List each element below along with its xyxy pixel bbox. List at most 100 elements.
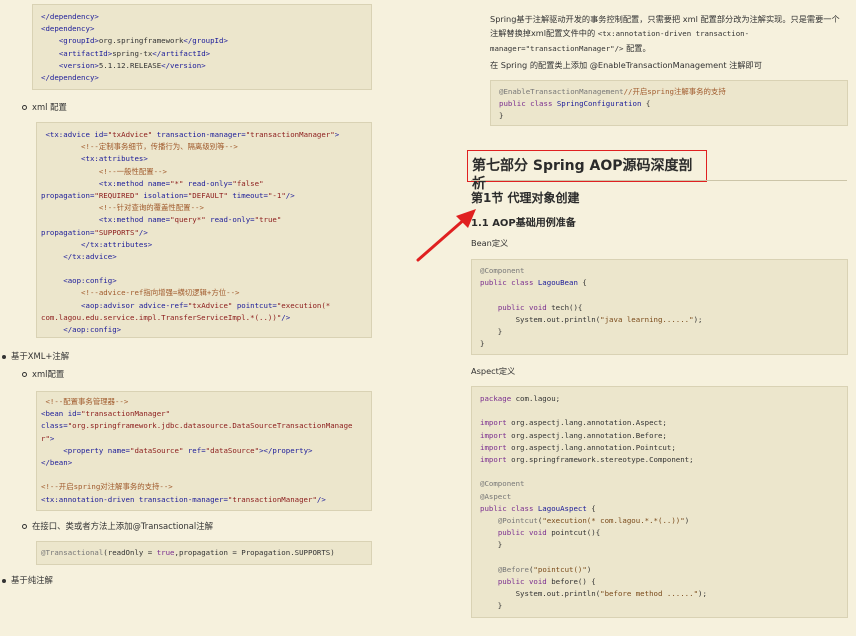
code-token: "execution(* com.lagou.*.*(..))" [542,515,685,525]
code-token: public class [480,278,534,288]
code-token: </tx:advice> [63,251,117,261]
code-token: id= [67,409,82,419]
code-token: propagation= [41,227,95,237]
code-token: transaction-manager= [156,130,246,139]
code-line: <tx:method name="*" read-only="false" [41,178,371,190]
code-token: } [480,326,503,336]
code-token: "pointcut()" [533,564,587,574]
code-line: <aop:config> [41,275,371,287]
code-token: { [641,99,651,109]
code-token: public void [497,528,547,538]
hollow-bullet-icon [22,524,27,529]
code-line: <artifactId>spring-tx</artifactId> [41,48,371,60]
code-line: <!--针对查询的覆盖性配置--> [41,202,371,214]
code-token: /> [285,190,295,200]
code-line: @Component [480,265,847,277]
code-line: System.out.println("before method ......… [480,588,847,600]
code-line: @EnableTransactionManagement//开启spring注解… [499,86,847,98]
code-token: @Component [480,266,525,275]
code-token: /> [138,227,148,237]
code-token: isolation= [143,190,188,200]
code-token: { [586,503,596,513]
code-token: </groupId> [183,36,228,46]
code-line: <bean id="transactionManager" [41,408,371,420]
bullet-dot-icon [2,354,6,359]
code-token: public class [480,503,534,513]
code-token: read-only= [187,178,233,188]
code-token: import [480,430,507,440]
intro-paragraph: Spring基于注解驱动开发的事务控制配置，只需要把 xml 配置部分改为注解实… [490,14,840,53]
code-token: org.aspectj.lang.annotation.Aspect; [506,418,667,428]
code-token: </version> [161,60,206,70]
code-line: propagation="REQUIRED" isolation="DEFAUL… [41,190,371,202]
code-token: <tx:method [98,178,144,188]
code-token: (readOnly = [103,548,157,557]
code-token: advice-ref= [138,300,188,310]
code-line: </tx:attributes> [41,239,371,251]
code-token: public void [497,576,547,586]
code-token: propagation= [41,190,95,200]
code-line: <version>5.1.12.RELEASE</version> [41,60,371,72]
code-token: <!--advice-ref指向增强=横切逻辑+方位--> [81,288,240,298]
code-token: "java learning......" [600,314,694,324]
code-token: { [577,278,587,288]
code-token: > [334,130,340,139]
aspect-definition-label: Aspect定义 [471,366,516,376]
code-token: "dataSource" [130,445,184,455]
arrow-icon [416,209,476,262]
code-line: <!--开启spring对注解事务的支持--> [41,481,371,493]
code-token: SpringConfiguration [556,99,642,109]
code-line: @Before("pointcut()") [480,564,847,576]
code-token: </bean> [41,457,73,467]
code-token: </dependency> [41,72,99,82]
code-token: @Component [480,479,525,489]
code-token: </tx:attributes> [81,239,153,249]
heading-divider [471,180,847,181]
code-token: 5.1.12.RELEASE [98,60,162,70]
code-token: <version> [58,60,99,70]
code-token: <!--定制事务细节，传播行为、隔离级别等--> [81,142,238,152]
code-token: ) [586,564,592,574]
bullet-pure-annotation: 基于纯注解 [2,574,53,586]
code-line: <aop:advisor advice-ref="txAdvice" point… [41,300,371,312]
left-column: </dependency> <dependency> <groupId>org.s… [0,0,428,636]
code-line: </tx:advice> [41,251,371,263]
code-token: <aop:config> [63,276,117,286]
code-token: spring-tx [112,48,153,58]
code-token: package [480,394,512,403]
code-token: class= [41,421,68,431]
bullet-xml-config-2: xml配置 [22,368,64,380]
bullet-transactional: 在接口、类或者方法上添加@Transactional注解 [22,520,213,532]
code-line: </aop:config> [41,324,371,336]
code-block-dependency: </dependency> <dependency> <groupId>org.s… [32,4,372,90]
code-token: @Transactional [41,548,104,557]
code-token: pointcut(){ [546,528,601,538]
code-token: <tx:annotation-driven [41,494,135,504]
code-token: import [480,442,507,452]
code-token: </artifactId> [152,48,211,58]
code-token: ></property> [259,445,313,455]
code-token: ) [684,515,690,525]
code-block-transaction-manager: <!--配置事务管理器--> <bean id="transactionManag… [36,391,372,511]
code-token: "true" [254,215,282,225]
code-block-lagou-bean: @Component public class LagouBean { publi… [471,259,848,355]
code-line: } [480,338,847,350]
code-token: <!--配置事务管理器--> [45,397,129,406]
code-token: "-1" [267,190,286,200]
subsection-heading: 第1节 代理对象创建 [471,191,580,205]
code-token: <!--一般性配置--> [98,166,167,176]
code-line: </bean> [41,457,371,469]
code-token: public void [497,302,547,312]
code-line: import org.aspectj.lang.annotation.Point… [480,442,847,454]
